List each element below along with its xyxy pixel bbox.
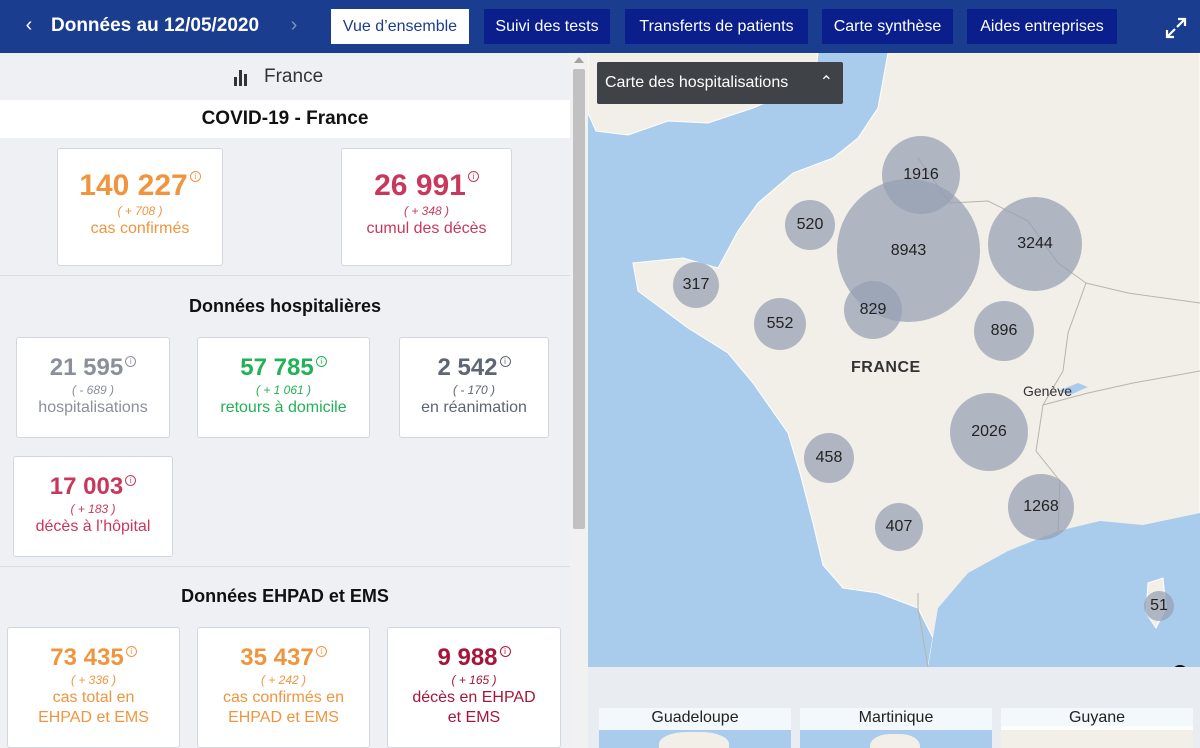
card-reanimation[interactable]: 2 542 i ( - 170 ) en réanimation (399, 337, 549, 438)
card-retours-domicile[interactable]: 57 785 i ( + 1 061 ) retours à domicile (197, 337, 370, 438)
card-label-line-2: et EMS (447, 709, 501, 726)
card-hospitalisations[interactable]: 21 595 i ( - 689 ) hospitalisations (16, 337, 170, 438)
scrollbar[interactable] (570, 53, 588, 748)
card-delta: ( + 1 061 ) (255, 383, 312, 397)
info-icon[interactable]: i (315, 356, 327, 367)
section-title-covid: COVID-19 - France (0, 100, 570, 138)
tab-suivi-tests[interactable]: Suivi des tests (484, 9, 610, 44)
chevron-right-icon[interactable]: › (284, 12, 304, 38)
map-bubble[interactable]: 1268 (1008, 474, 1074, 540)
card-label: en réanimation (421, 399, 527, 416)
inset-guadeloupe[interactable]: Guadeloupe (599, 708, 791, 748)
divider (0, 275, 570, 276)
card-label: hospitalisations (38, 399, 148, 416)
tab-vue-ensemble[interactable]: Vue d’ensemble (331, 9, 469, 44)
section-title-ehpad: Données EHPAD et EMS (181, 586, 389, 606)
top-bar: ‹ Données au 12/05/2020 › Vue d’ensemble… (0, 0, 1200, 53)
card-value: 2 542 (437, 354, 498, 381)
map-bubble[interactable]: 407 (875, 503, 923, 551)
chevron-up-icon: ⌃ (819, 74, 833, 91)
card-cas-total-ehpad[interactable]: 73 435 i ( + 336 ) cas total en EHPAD et … (7, 627, 180, 748)
card-delta: ( + 183 ) (70, 502, 116, 516)
card-cas-confirmes[interactable]: 140 227 i ( + 708 ) cas confirmés (57, 148, 223, 266)
card-delta: ( + 242 ) (260, 673, 307, 687)
panel-header: France (0, 53, 570, 99)
tab-carte-synthese[interactable]: Carte synthèse (822, 9, 953, 44)
card-label: cas confirmés (90, 220, 190, 237)
scrollbar-thumb[interactable] (573, 69, 585, 529)
card-deces-hopital[interactable]: 17 003 i ( + 183 ) décès à l’hôpital (13, 456, 173, 557)
tab-transferts-patients[interactable]: Transferts de patients (625, 9, 808, 44)
info-icon[interactable]: i (125, 356, 137, 367)
map-bubble[interactable]: 458 (804, 433, 854, 483)
map-bubble[interactable]: 552 (754, 298, 806, 350)
card-label-line-1: cas total en (52, 689, 135, 706)
divider (0, 566, 570, 567)
inset-guyane[interactable]: Guyane (1001, 708, 1193, 748)
scroll-up-arrow-icon[interactable] (574, 57, 584, 63)
map-bubble[interactable]: 896 (974, 301, 1034, 361)
card-deces-ehpad[interactable]: 9 988 i ( + 165 ) décès en EHPAD et EMS (387, 627, 561, 748)
card-value: 73 435 (50, 644, 124, 671)
map[interactable]: Carte des hospitalisations ⌃ FRANCE Genè… (588, 53, 1200, 667)
chevron-left-icon[interactable]: ‹ (18, 12, 40, 38)
card-cumul-deces[interactable]: 26 991 i ( + 348 ) cumul des décès (341, 148, 512, 266)
bar-chart-icon (233, 68, 249, 86)
info-icon[interactable]: i (499, 356, 511, 367)
map-bubble[interactable]: 829 (844, 281, 902, 339)
card-delta: ( + 348 ) (403, 204, 450, 218)
map-bubble[interactable]: 520 (785, 200, 835, 250)
info-icon[interactable]: i (499, 646, 511, 657)
map-toggle-label: Carte des hospitalisations (605, 74, 789, 91)
inset-title: Guyane (1001, 708, 1193, 730)
card-label-line-2: EHPAD et EMS (38, 709, 149, 726)
inset-title: Martinique (800, 708, 992, 730)
map-label-country: FRANCE (851, 359, 921, 376)
expand-icon[interactable] (1164, 16, 1188, 40)
card-label-line-1: décès en EHPAD (412, 689, 536, 706)
panel-country: France (264, 66, 324, 87)
map-bubble[interactable]: 51 (1144, 591, 1174, 621)
card-label: décès à l’hôpital (35, 518, 151, 535)
card-value: 140 227 (79, 169, 188, 202)
card-label: cumul des décès (366, 220, 487, 237)
map-bubble[interactable]: 1916 (882, 136, 960, 214)
info-icon[interactable]: i (189, 171, 201, 182)
card-delta: ( - 689 ) (71, 383, 114, 397)
card-value: 17 003 (49, 473, 124, 500)
section-title-hospital: Données hospitalières (188, 296, 382, 316)
card-label: retours à domicile (220, 399, 347, 416)
card-delta: ( - 170 ) (452, 383, 495, 397)
card-value: 26 991 (374, 169, 466, 202)
stats-panel: France COVID-19 - France 140 227 i ( + 70… (0, 53, 588, 748)
card-delta: ( + 336 ) (70, 673, 117, 687)
info-icon[interactable]: i (125, 646, 137, 657)
tab-aides-entreprises[interactable]: Aides entreprises (967, 9, 1117, 44)
map-bubble[interactable]: 317 (673, 262, 719, 308)
card-label-line-1: cas confirmés en (223, 689, 344, 706)
inset-martinique[interactable]: Martinique (800, 708, 992, 748)
map-bubble[interactable]: 2026 (950, 393, 1028, 471)
date-title: Données au 12/05/2020 (51, 15, 260, 36)
map-bubble[interactable]: 3244 (988, 197, 1082, 291)
card-value: 35 437 (240, 644, 314, 671)
card-cas-confirmes-ehpad[interactable]: 35 437 i ( + 242 ) cas confirmés en EHPAD… (197, 627, 370, 748)
card-value: 9 988 (437, 644, 498, 671)
map-layer-toggle[interactable]: Carte des hospitalisations ⌃ (597, 62, 843, 104)
info-icon[interactable]: i (467, 171, 479, 182)
inset-title: Guadeloupe (599, 708, 791, 730)
map-label-city: Genève (1023, 383, 1073, 399)
card-value: 57 785 (240, 354, 314, 381)
card-delta: ( + 708 ) (117, 204, 163, 218)
card-delta: ( + 165 ) (451, 673, 497, 687)
card-value: 21 595 (49, 354, 124, 381)
info-icon[interactable]: i (315, 646, 327, 657)
card-label-line-2: EHPAD et EMS (228, 709, 339, 726)
info-icon[interactable]: i (125, 475, 137, 486)
